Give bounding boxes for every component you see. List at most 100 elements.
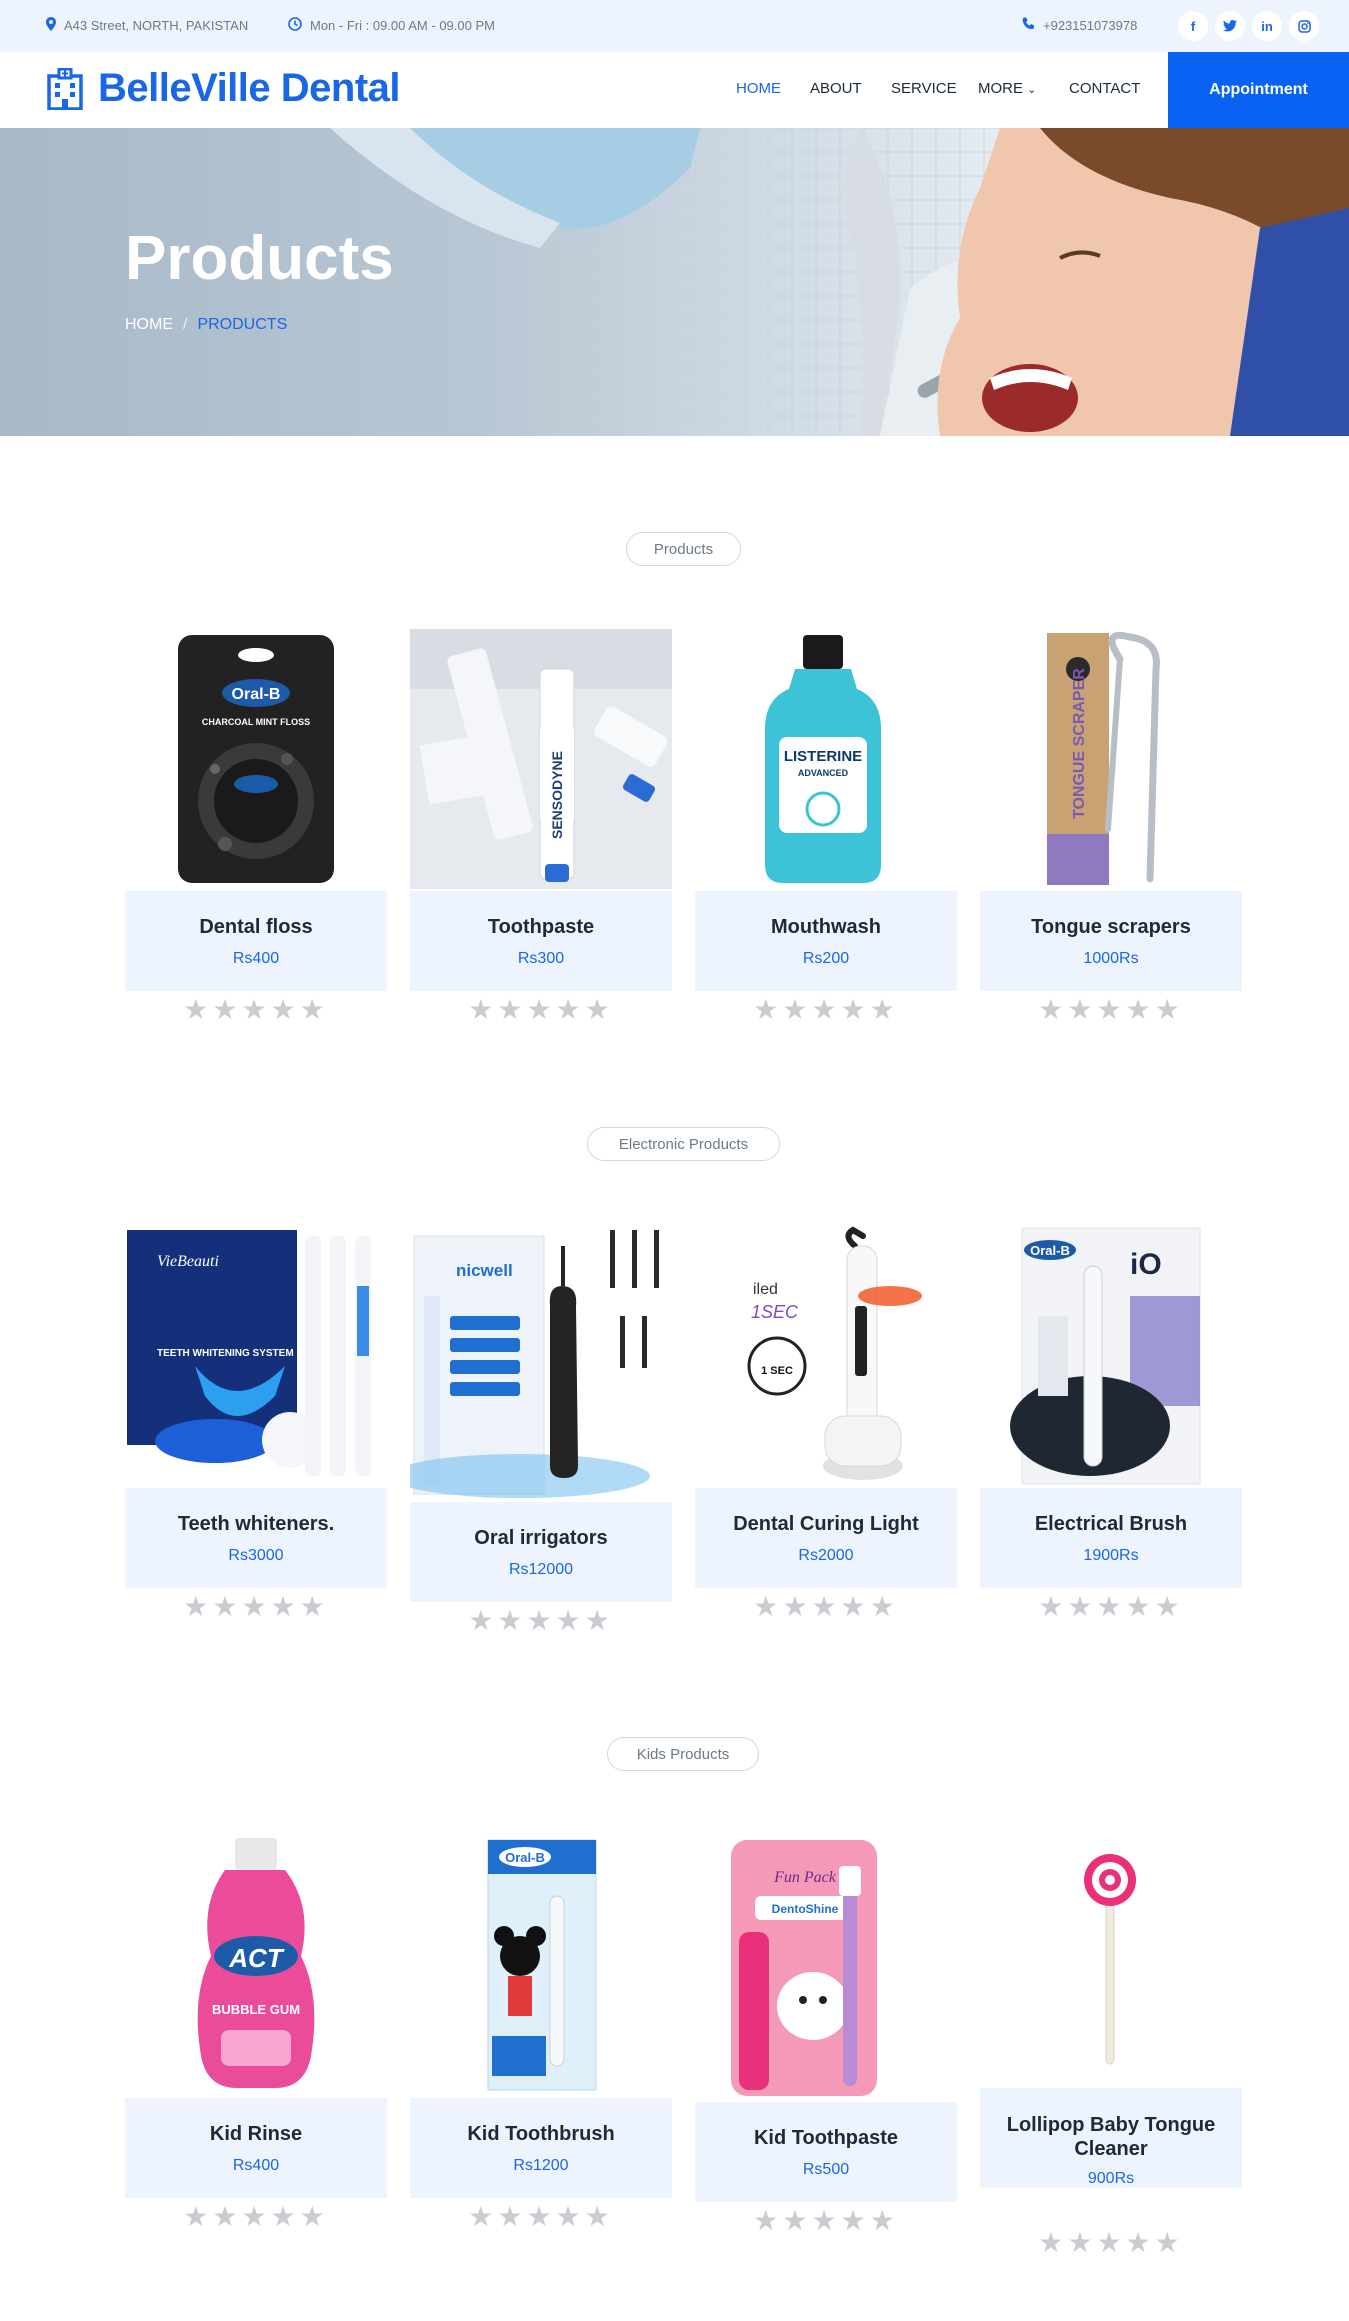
product-image-kid-rinse: ACT BUBBLE GUM: [197, 1838, 315, 2088]
product-info: Mouthwash Rs200: [695, 891, 957, 991]
product-name: Teeth whiteners.: [177, 1513, 335, 1535]
product-info: Teeth whiteners. Rs3000: [125, 1488, 387, 1588]
instagram-icon[interactable]: [1289, 11, 1319, 41]
nav-more-label: MORE: [978, 80, 1023, 97]
product-name: Tongue scrapers: [1031, 916, 1191, 938]
kidpaste-brand: DentoShine: [772, 1902, 839, 1916]
rating-stars: ★★★★★: [468, 1605, 614, 1636]
product-price: Rs12000: [508, 1561, 574, 1578]
product-price: Rs200: [802, 950, 850, 967]
social-links: f in: [1178, 11, 1319, 41]
product-info: Kid Rinse Rs400: [125, 2098, 387, 2198]
irrigator-brand: nicwell: [456, 1261, 513, 1280]
product-price: Rs400: [232, 2157, 280, 2174]
rating-stars: ★★★★★: [1038, 994, 1184, 1025]
chevron-down-icon: ⌄: [1027, 84, 1037, 96]
ebrush-model: iO: [1130, 1248, 1162, 1281]
rating-stars: ★★★★★: [468, 2201, 614, 2232]
floss-brand: Oral-B: [232, 686, 281, 703]
product-image-dental-floss: Oral-B CHARCOAL MINT FLOSS: [178, 635, 334, 883]
product-image-lollipop-tongue-cleaner: [1084, 1854, 1136, 2065]
product-info: Oral irrigators Rs12000: [410, 1502, 672, 1602]
breadcrumb-home[interactable]: HOME: [125, 316, 173, 334]
kidpaste-tag: Fun Pack: [773, 1869, 837, 1886]
product-name: Kid Toothbrush: [467, 2123, 615, 2145]
facebook-icon[interactable]: f: [1178, 11, 1208, 41]
hours-info: Mon - Fri : 09.00 AM - 09.00 PM: [288, 17, 495, 34]
floss-line: CHARCOAL MINT FLOSS: [202, 717, 310, 727]
rating-stars: ★★★★★: [183, 994, 329, 1025]
brand-name: BelleVille Dental: [98, 66, 401, 110]
kidrinse-brand: ACT: [228, 1943, 285, 1973]
breadcrumb-current: PRODUCTS: [197, 316, 288, 333]
product-image-teeth-whiteners: VieBeauti TEETH WHITENING SYSTEM: [127, 1230, 371, 1476]
product-info: Electrical Brush 1900Rs: [980, 1488, 1242, 1588]
brand-logo[interactable]: BelleVille Dental: [46, 66, 401, 111]
product-price: 1000Rs: [1083, 950, 1139, 967]
nav-more[interactable]: MORE ⌄: [978, 80, 1036, 97]
product-price: Rs400: [232, 950, 280, 967]
hospital-building-icon: [47, 67, 83, 110]
product-name: Mouthwash: [771, 916, 881, 938]
product-image-dental-curing-light: iled 1SEC 1 SEC: [747, 1226, 922, 1480]
nav-about[interactable]: ABOUT: [810, 80, 862, 97]
product-image-oral-irrigators: nicwell: [410, 1230, 659, 1498]
rating-stars: ★★★★★: [468, 994, 614, 1025]
whitener-text: TEETH WHITENING SYSTEM: [157, 1348, 294, 1359]
product-name: Kid Toothpaste: [753, 2127, 899, 2149]
product-info: Lollipop Baby Tongue Cleaner 900Rs: [980, 2088, 1242, 2188]
product-price: Rs1200: [513, 2157, 569, 2174]
page-hero: Products HOME / PRODUCTS: [0, 128, 1349, 436]
product-name: Electrical Brush: [1034, 1513, 1188, 1535]
product-info: Dental Curing Light Rs2000: [695, 1488, 957, 1588]
rating-stars: ★★★★★: [183, 2201, 329, 2232]
whitener-brand: VieBeauti: [157, 1253, 219, 1270]
product-name: Kid Rinse: [209, 2123, 303, 2145]
kidrinse-flavor: BUBBLE GUM: [212, 2002, 300, 2017]
nav-contact[interactable]: CONTACT: [1069, 80, 1140, 97]
hours-text: Mon - Fri : 09.00 AM - 09.00 PM: [310, 18, 495, 33]
product-price: Rs300: [517, 950, 565, 967]
rating-stars: ★★★★★: [753, 2205, 899, 2236]
product-name: Dental floss: [199, 916, 313, 938]
top-bar: A43 Street, NORTH, PAKISTAN Mon - Fri : …: [0, 0, 1349, 52]
rating-stars: ★★★★★: [753, 1591, 899, 1622]
location-pin-icon: [46, 17, 56, 34]
clock-icon: [288, 17, 302, 34]
section-label-electronic-products: Electronic Products: [587, 1127, 780, 1161]
product-price: 1900Rs: [1083, 1547, 1139, 1564]
phone-info[interactable]: +923151073978: [1022, 17, 1137, 33]
nav-service[interactable]: SERVICE: [891, 80, 957, 97]
curing-badge: 1 SEC: [761, 1365, 793, 1377]
product-image-mouthwash: LISTERINE ADVANCED: [765, 635, 881, 883]
phone-text: +923151073978: [1043, 17, 1138, 33]
kidbrush-brand: Oral-B: [505, 1850, 545, 1865]
rating-stars: ★★★★★: [753, 994, 899, 1025]
scraper-text: TONGUE SCRAPER: [1071, 668, 1088, 819]
product-name: Lollipop Baby Tongue Cleaner: [1006, 2114, 1216, 2160]
phone-icon: [1022, 17, 1035, 33]
twitter-icon[interactable]: [1215, 11, 1245, 41]
rating-stars: ★★★★★: [183, 1591, 329, 1622]
rating-stars: ★★★★★: [1038, 2227, 1184, 2258]
address-info: A43 Street, NORTH, PAKISTAN: [46, 17, 248, 34]
product-price: 900Rs: [1087, 2170, 1135, 2187]
breadcrumb: HOME / PRODUCTS: [125, 316, 287, 334]
mouthwash-brand: LISTERINE: [784, 748, 862, 765]
appointment-button[interactable]: Appointment: [1168, 52, 1349, 128]
product-info: Dental floss Rs400: [125, 891, 387, 991]
product-name: Oral irrigators: [474, 1527, 608, 1549]
navbar: BelleVille Dental HOME ABOUT SERVICE MOR…: [0, 52, 1349, 128]
product-info: Kid Toothpaste Rs500: [695, 2102, 957, 2202]
product-image-kid-toothpaste: Fun Pack DentoShine: [731, 1840, 877, 2096]
product-image-electrical-brush: Oral-B iO: [1010, 1227, 1201, 1485]
product-info: Tongue scrapers 1000Rs: [980, 891, 1242, 991]
product-name: Toothpaste: [487, 916, 595, 938]
linkedin-icon[interactable]: in: [1252, 11, 1282, 41]
nav-home[interactable]: HOME: [736, 80, 781, 97]
section-label-products: Products: [626, 532, 741, 566]
product-image-toothpaste: SENSODYNE: [410, 629, 672, 889]
curing-label: iled: [753, 1281, 778, 1298]
product-image-kid-toothbrush: Oral-B: [487, 1839, 597, 2091]
product-price: Rs3000: [228, 1547, 284, 1564]
